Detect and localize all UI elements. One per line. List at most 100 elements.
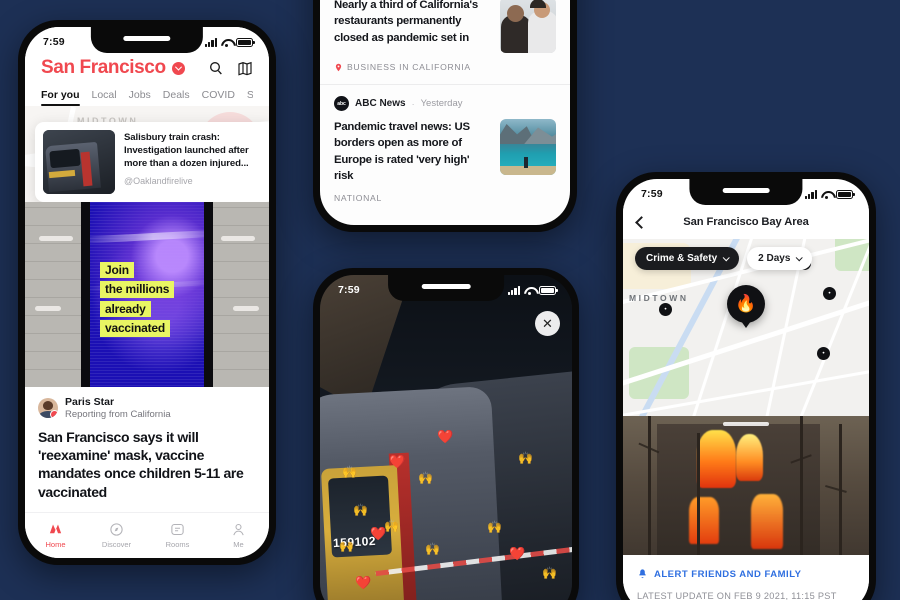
- raised-hands-icon: 🙌: [353, 503, 368, 517]
- flame: [696, 429, 737, 489]
- phone-news-feed: 7:59 San Francisco For you Local Jobs De…: [18, 20, 276, 565]
- phone-safety-map: 7:59 San Francisco Bay Area MIDTOWN • • …: [616, 172, 876, 600]
- alert-title: ALERT FRIENDS AND FAMILY: [654, 568, 802, 580]
- tab-covid[interactable]: COVID: [202, 89, 235, 106]
- bell-icon: [639, 569, 646, 579]
- map-pin-incident[interactable]: •: [659, 303, 672, 316]
- tab-home-label: Home: [45, 540, 66, 549]
- raised-hands-icon: 🙌: [339, 539, 354, 553]
- tab-science[interactable]: Scie: [247, 89, 253, 106]
- battery-icon: [236, 37, 255, 47]
- heart-reaction-icon: ❤️: [437, 429, 454, 444]
- filter-timerange-label: 2 Days: [758, 253, 791, 264]
- tab-deals[interactable]: Deals: [163, 89, 190, 106]
- news-card-usa-today[interactable]: U USA Today · 4 hrs ago Nearly a third o…: [320, 0, 570, 84]
- alert-subtitle: LATEST UPDATE ON FEB 9 2021, 11:15 PST: [637, 591, 837, 600]
- video-screen: 159102 7:59 ✕ 🙌 🙌 🙌 🙌 🙌 🙌 🙌 🙌 🙌 ❤️ ❤️ ❤️…: [320, 275, 572, 600]
- separator-dot: ·: [411, 98, 415, 109]
- tab-local[interactable]: Local: [92, 89, 117, 106]
- chevron-down-icon: [722, 254, 730, 262]
- bottom-tab-bar: Home Discover Rooms Me: [25, 512, 269, 558]
- speaker-grill: [722, 188, 770, 193]
- card-category: NATIONAL: [334, 193, 382, 203]
- article-byline[interactable]: Paris Star Reporting from California: [25, 387, 269, 420]
- status-time: 7:59: [641, 188, 663, 200]
- byline-text: Paris Star Reporting from California: [65, 396, 171, 420]
- phone-news-cards: U USA Today · 4 hrs ago Nearly a third o…: [313, 0, 577, 232]
- card-source: @Oaklandfirelive: [124, 175, 193, 186]
- tab-jobs[interactable]: Jobs: [129, 89, 151, 106]
- heart-reaction-icon: ❤️: [355, 575, 372, 590]
- map-icon[interactable]: [237, 60, 253, 76]
- news-card-abc-news[interactable]: abc ABC News · Yesterday Pandemic travel…: [320, 84, 570, 215]
- filter-timerange[interactable]: 2 Days: [747, 247, 813, 270]
- map-pin-incident[interactable]: •: [823, 287, 836, 300]
- ceiling-lamp: [35, 306, 61, 311]
- tree: [647, 416, 651, 555]
- feed-tabs: For you Local Jobs Deals COVID Scie: [41, 89, 253, 106]
- sheet-drag-handle[interactable]: [723, 422, 769, 426]
- billboard-line: Join: [100, 262, 134, 279]
- card-headline: Pandemic travel news: US borders open as…: [334, 121, 470, 182]
- status-time: 7:59: [338, 284, 360, 296]
- card-main: Nearly a third of California's restauran…: [334, 0, 556, 54]
- filter-category[interactable]: Crime & Safety: [635, 247, 740, 270]
- avatar: [38, 398, 58, 418]
- abc-news-logo-icon: abc: [334, 96, 349, 112]
- wifi-icon: [221, 38, 232, 47]
- ceiling-lamp: [221, 236, 255, 241]
- card-source-row: abc ABC News · Yesterday: [334, 96, 556, 112]
- feed-screen: 7:59 San Francisco For you Local Jobs De…: [25, 27, 269, 558]
- cellular-signal-icon: [804, 189, 817, 199]
- cellular-signal-icon: [507, 285, 520, 295]
- pin-glyph: •: [822, 350, 825, 357]
- wifi-icon: [821, 190, 832, 199]
- pin-glyph: •: [828, 290, 831, 297]
- rooms-icon: [171, 523, 184, 536]
- avatar-badge: [50, 410, 58, 418]
- billboard-line: already: [100, 300, 151, 318]
- notch: [90, 27, 204, 53]
- location-pin-icon: [335, 63, 342, 71]
- tree: [696, 432, 700, 555]
- card-thumbnail: [500, 119, 556, 176]
- raised-hands-icon: 🙌: [542, 566, 557, 580]
- map-pin-incident[interactable]: •: [817, 347, 830, 360]
- status-indicators: [507, 285, 558, 295]
- card-category: BUSINESS IN CALIFORNIA: [347, 62, 471, 73]
- screenshot-stage: 7:59 San Francisco For you Local Jobs De…: [0, 0, 900, 600]
- flame: [750, 493, 783, 550]
- feed-top-card[interactable]: Salisbury train crash: Investigation lau…: [35, 122, 269, 202]
- card-headline: Nearly a third of California's restauran…: [334, 0, 478, 44]
- tab-rooms[interactable]: Rooms: [147, 522, 208, 549]
- vaccine-billboard: Join the millions already vaccinated: [81, 202, 213, 387]
- ceiling-lamp: [39, 236, 73, 241]
- raised-hands-icon: 🙌: [425, 542, 440, 556]
- article-headline: San Francisco says it will 'reexamine' m…: [38, 429, 244, 500]
- ceiling-lamp: [233, 306, 259, 311]
- person-icon: [233, 523, 244, 536]
- alert-action-row[interactable]: ALERT FRIENDS AND FAMILY: [637, 568, 855, 580]
- city-selector[interactable]: San Francisco: [41, 57, 185, 79]
- battery-icon: [539, 285, 558, 295]
- billboard-line: vaccinated: [100, 320, 171, 337]
- billboard-line: the millions: [100, 281, 175, 298]
- map-neighborhood-label: MIDTOWN: [629, 293, 689, 303]
- tab-me[interactable]: Me: [208, 522, 269, 549]
- author-name: Paris Star: [65, 396, 115, 408]
- speaker-grill: [421, 284, 471, 289]
- card-thumbnail: [43, 130, 115, 194]
- tab-home[interactable]: Home: [25, 522, 86, 549]
- raised-hands-icon: 🙌: [487, 520, 502, 534]
- tab-for-you[interactable]: For you: [41, 89, 80, 106]
- battery-icon: [836, 189, 855, 199]
- map-pin-fire[interactable]: 🔥: [727, 285, 765, 323]
- tab-discover[interactable]: Discover: [86, 522, 147, 549]
- feed-map-strip[interactable]: MIDTOWN Salisbury train crash: Investiga…: [25, 106, 269, 202]
- map-navigation-bar: San Francisco Bay Area: [623, 205, 869, 239]
- source-initials: abc: [337, 100, 346, 107]
- search-icon[interactable]: [208, 60, 224, 76]
- incident-photo[interactable]: [623, 416, 869, 555]
- close-icon[interactable]: ✕: [535, 311, 560, 336]
- fire-icon: 🔥: [735, 294, 757, 313]
